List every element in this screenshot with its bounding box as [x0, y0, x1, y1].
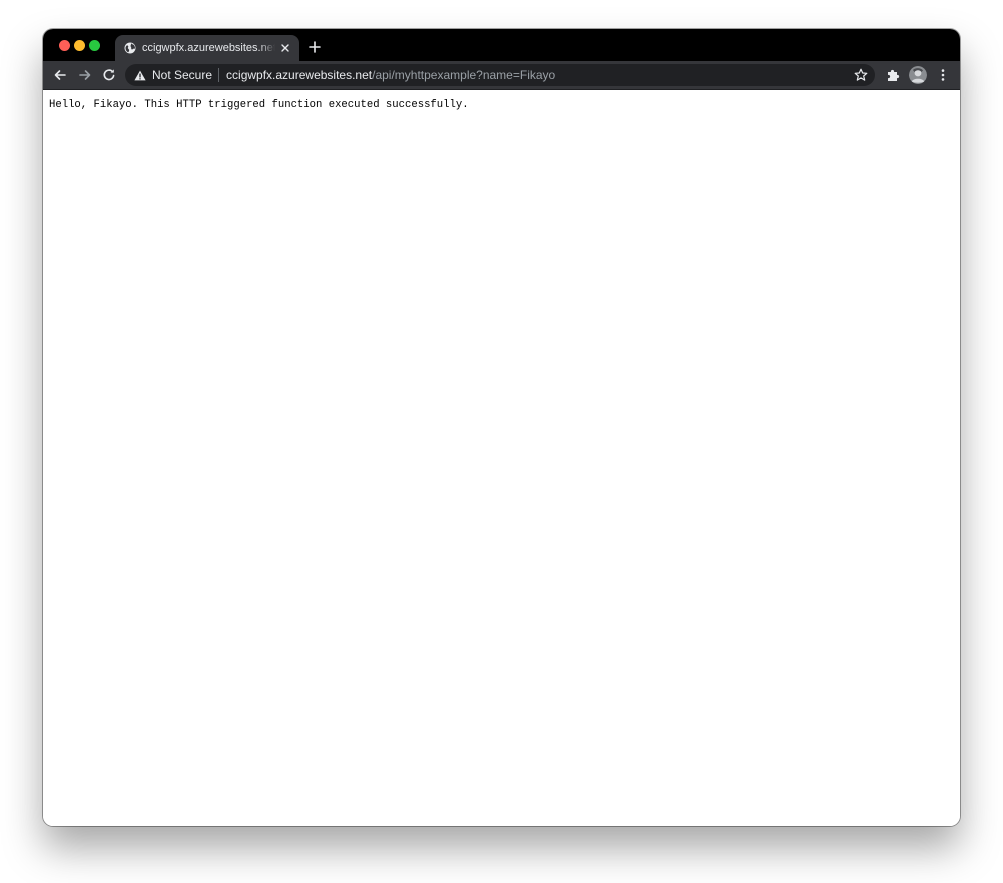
forward-arrow-icon[interactable]	[77, 67, 93, 83]
back-arrow-icon[interactable]	[52, 67, 68, 83]
close-window-button[interactable]	[59, 40, 70, 51]
url-host: ccigwpfx.azurewebsites.net	[226, 68, 373, 82]
omnibox-divider	[218, 68, 220, 82]
security-status-label[interactable]: Not Secure	[152, 68, 212, 82]
reload-icon[interactable]	[101, 67, 117, 83]
new-tab-plus-icon[interactable]	[309, 41, 321, 53]
browser-toolbar: Not Secure ccigwpfx.azurewebsites.net/ap…	[43, 61, 960, 90]
profile-avatar[interactable]	[909, 66, 927, 84]
maximize-window-button[interactable]	[89, 40, 100, 51]
response-text: Hello, Fikayo. This HTTP triggered funct…	[49, 99, 469, 111]
url-text[interactable]: ccigwpfx.azurewebsites.net/api/myhttpexa…	[226, 68, 555, 82]
kebab-menu-icon[interactable]	[936, 68, 950, 82]
globe-icon	[124, 42, 136, 54]
browser-window: ccigwpfx.azurewebsites.net/api/myhttpexa…	[43, 29, 960, 826]
active-tab[interactable]: ccigwpfx.azurewebsites.net/api/myhttpexa…	[115, 35, 299, 61]
title-bar: ccigwpfx.azurewebsites.net/api/myhttpexa…	[43, 29, 960, 61]
warning-triangle-icon[interactable]	[134, 70, 146, 81]
bookmark-star-icon[interactable]	[854, 68, 868, 82]
extensions-puzzle-icon[interactable]	[886, 68, 900, 82]
page-content: Hello, Fikayo. This HTTP triggered funct…	[43, 90, 960, 826]
url-path: /api/myhttpexample?name=Fikayo	[372, 68, 556, 82]
tab-title: ccigwpfx.azurewebsites.net/api/myhttpexa…	[142, 42, 275, 54]
minimize-window-button[interactable]	[74, 40, 85, 51]
address-bar[interactable]: Not Secure ccigwpfx.azurewebsites.net/ap…	[125, 64, 875, 86]
close-tab-icon[interactable]	[279, 42, 291, 54]
